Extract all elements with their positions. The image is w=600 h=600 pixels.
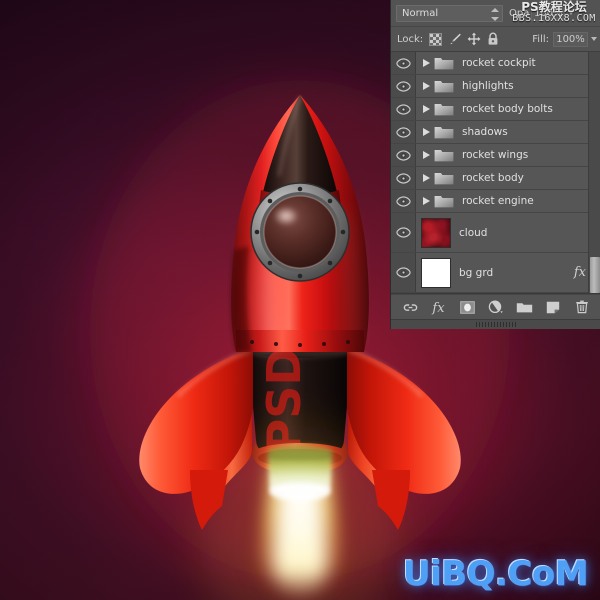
layer-row[interactable]: rocket wings — [391, 144, 600, 167]
layer-list-scrollbar[interactable] — [588, 52, 600, 293]
layer-thumbnail[interactable] — [421, 217, 451, 248]
panel-resize-grip[interactable] — [391, 319, 600, 329]
layer-visibility-eye-icon[interactable] — [391, 167, 416, 189]
layer-group-folder-icon — [434, 125, 454, 140]
layer-row[interactable]: rocket cockpit — [391, 52, 600, 75]
layer-effects-fx-badge[interactable]: fx — [574, 265, 586, 280]
blend-mode-row: Normal Opa 100% — [391, 0, 600, 27]
layer-visibility-eye-icon[interactable] — [391, 75, 416, 97]
layer-visibility-eye-icon[interactable] — [391, 52, 416, 74]
fill-input[interactable]: 100% — [553, 31, 588, 47]
layer-visibility-eye-icon[interactable] — [391, 121, 416, 143]
lock-position-move-icon[interactable] — [466, 32, 481, 47]
link-layers-icon[interactable] — [400, 298, 420, 316]
layer-name-label[interactable]: rocket wings — [462, 149, 528, 161]
layer-row[interactable]: rocket body — [391, 167, 600, 190]
layer-name-label[interactable]: bg grd — [459, 267, 493, 279]
blend-mode-select[interactable]: Normal — [396, 4, 503, 22]
group-disclosure-triangle-icon[interactable] — [419, 59, 433, 67]
layer-name-label[interactable]: cloud — [459, 227, 487, 239]
group-disclosure-triangle-icon[interactable] — [419, 82, 433, 90]
new-layer-icon[interactable] — [543, 298, 563, 316]
layer-name-label[interactable]: rocket body — [462, 172, 524, 184]
opacity-label: Opa — [509, 7, 530, 19]
scrollbar-thumb[interactable] — [590, 257, 600, 293]
layer-name-label[interactable]: highlights — [462, 80, 514, 92]
add-layer-style-fx-icon[interactable]: fx — [429, 298, 449, 316]
fill-label: Fill: — [532, 33, 549, 45]
group-disclosure-triangle-icon[interactable] — [419, 105, 433, 113]
new-group-folder-icon[interactable] — [515, 298, 535, 316]
lock-transparent-pixels-icon[interactable] — [428, 32, 443, 47]
lock-label: Lock: — [397, 33, 424, 45]
screenshot-root: PSD UiBQ.CoM Normal Opa 100% Lock: Fill:… — [0, 0, 600, 600]
opacity-input[interactable]: 100% — [531, 5, 566, 21]
layer-visibility-eye-icon[interactable] — [391, 144, 416, 166]
layer-row[interactable]: shadows — [391, 121, 600, 144]
layer-group-folder-icon — [434, 148, 454, 163]
fill-chevron-down-icon[interactable] — [591, 37, 597, 41]
layer-thumbnail[interactable] — [421, 257, 451, 288]
lock-image-pixels-icon[interactable] — [447, 32, 462, 47]
svg-text:fx: fx — [432, 301, 446, 315]
blend-mode-value: Normal — [402, 7, 439, 19]
layer-visibility-eye-icon[interactable] — [391, 213, 416, 252]
layer-visibility-eye-icon[interactable] — [391, 98, 416, 120]
group-disclosure-triangle-icon[interactable] — [419, 197, 433, 205]
layer-name-label[interactable]: rocket cockpit — [462, 57, 536, 69]
layer-row[interactable]: highlights — [391, 75, 600, 98]
group-disclosure-triangle-icon[interactable] — [419, 128, 433, 136]
layer-row[interactable]: rocket body bolts — [391, 98, 600, 121]
layer-row[interactable]: cloud — [391, 213, 600, 253]
layer-visibility-eye-icon[interactable] — [391, 190, 416, 212]
layer-group-folder-icon — [434, 56, 454, 71]
layer-row[interactable]: rocket engine — [391, 190, 600, 213]
layer-name-label[interactable]: shadows — [462, 126, 508, 138]
layer-group-folder-icon — [434, 102, 454, 117]
layer-name-label[interactable]: rocket engine — [462, 195, 534, 207]
layer-group-folder-icon — [434, 79, 454, 94]
layer-name-label[interactable]: rocket body bolts — [462, 103, 553, 115]
delete-layer-trash-icon[interactable] — [572, 298, 592, 316]
layer-row[interactable]: bg grd fx — [391, 253, 600, 293]
layer-visibility-eye-icon[interactable] — [391, 253, 416, 292]
layer-list: rocket cockpit highlights rocket body bolt… — [391, 52, 600, 294]
add-layer-mask-icon[interactable] — [457, 298, 477, 316]
lock-row: Lock: Fill: 100% — [391, 27, 600, 52]
panel-bottom-toolbar: fx — [391, 294, 600, 319]
layer-group-folder-icon — [434, 171, 454, 186]
opacity-chevron-down-icon[interactable] — [568, 11, 575, 15]
layer-group-folder-icon — [434, 194, 454, 209]
layers-panel: Normal Opa 100% Lock: Fill: 100% rocket … — [390, 0, 600, 329]
new-adjustment-layer-icon[interactable] — [486, 298, 506, 316]
lock-all-padlock-icon[interactable] — [485, 32, 500, 47]
site-watermark: UiBQ.CoM — [402, 554, 589, 594]
group-disclosure-triangle-icon[interactable] — [419, 151, 433, 159]
chevron-updown-icon[interactable] — [491, 7, 499, 21]
group-disclosure-triangle-icon[interactable] — [419, 174, 433, 182]
